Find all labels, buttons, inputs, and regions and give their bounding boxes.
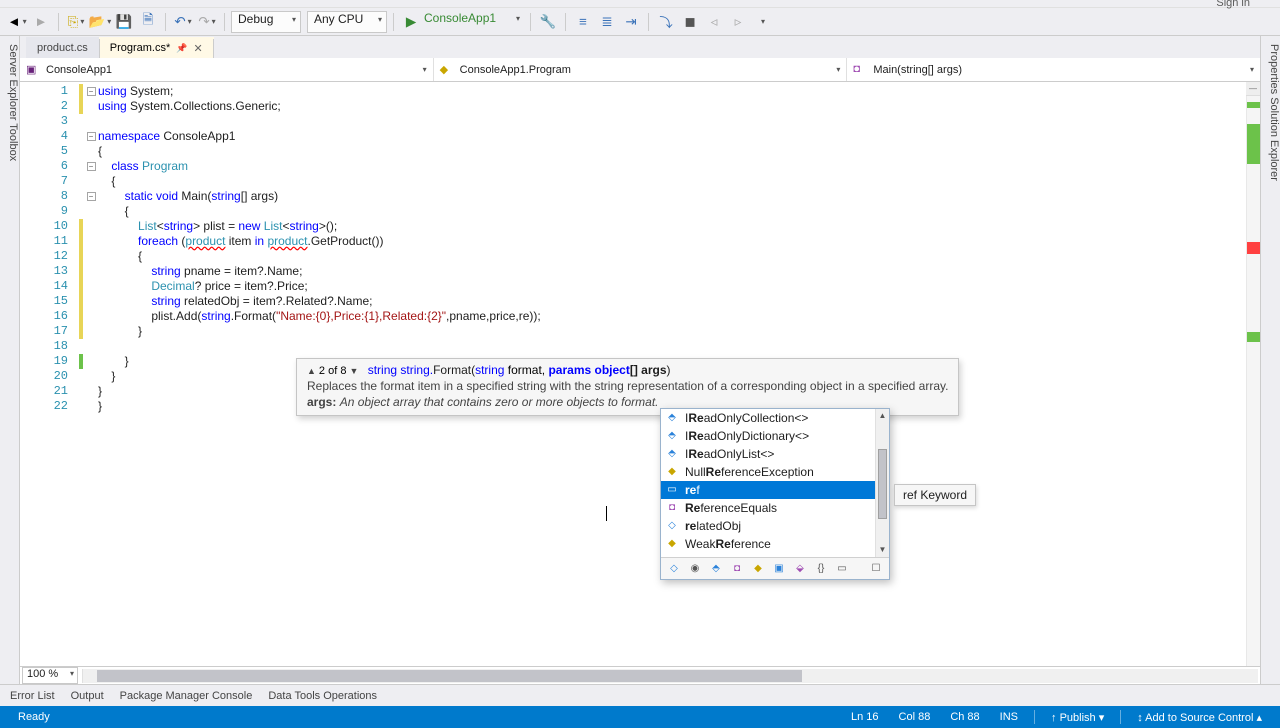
text-caret [606,506,607,521]
intellisense-item[interactable]: ◘ReferenceEquals [661,499,889,517]
save-button[interactable]: 💾 [113,11,135,33]
intellisense-item-icon: ◇ [665,519,679,533]
start-target-select[interactable]: ConsoleApp1 [424,11,524,33]
intellisense-item-icon: ◆ [665,537,679,551]
tb-misc1[interactable]: 🔧 [537,11,559,33]
intellisense-scrollbar[interactable]: ▲ ▼ [875,409,889,557]
nav-class-select[interactable]: ◆ConsoleApp1.Program [434,58,848,81]
bookmark-button[interactable]: ◼ [679,11,701,33]
intellisense-item-icon: ⬘ [665,429,679,443]
step-into-button[interactable]: ⤵ [655,11,677,33]
intellisense-item[interactable]: ⬘IReadOnlyCollection<> [661,409,889,427]
tab-product-cs[interactable]: product.cs [26,37,99,58]
tab-program-cs[interactable]: Program.cs* 📌 ✕ [99,37,214,58]
platform-select[interactable]: Any CPU [307,11,387,33]
sig-prev-icon[interactable]: ▲ [307,366,316,376]
intellisense-item[interactable]: ◆WeakReference<> [661,553,889,557]
fold-column: − − − − [84,82,98,666]
intellisense-item[interactable]: ◆NullReferenceException [661,463,889,481]
intellisense-filter-bar: ◇ ◉ ⬘ ◘ ◆ ▣ ⬙ {} ▭ ☐ [661,557,889,579]
right-side-panels[interactable]: Properties Solution Explorer [1260,36,1280,684]
nav-fwd-button[interactable]: ► [30,11,52,33]
comment-button[interactable]: ≡ [572,11,594,33]
status-ch: Ch 88 [940,711,989,723]
intellisense-item-icon: ◘ [665,501,679,515]
filter-struct-icon[interactable]: ▣ [770,561,788,577]
status-ins: INS [990,711,1028,723]
intellisense-item[interactable]: ⬘IReadOnlyList<> [661,445,889,463]
zoom-select[interactable]: 100 % [22,667,78,684]
bottom-tab-errorlist[interactable]: Error List [10,690,55,702]
split-icon[interactable]: — [1246,82,1260,96]
intellisense-item-icon: ⬘ [665,411,679,425]
overview-ruler[interactable]: — [1246,82,1260,666]
filter-delegate-icon[interactable]: ⬙ [791,561,809,577]
start-button[interactable]: ▶ [400,11,422,33]
tb-overflow[interactable] [751,11,773,33]
nav-member-select[interactable]: ◘Main(string[] args) [847,58,1260,81]
bottom-tool-tabs: Error List Output Package Manager Consol… [0,684,1280,706]
sig-overload-count: 2 of 8 [319,365,347,377]
main-toolbar: ◄ ► ⎘ 📂 💾 🗎 ↶ ↷ Debug Any CPU ▶ ConsoleA… [0,8,1280,36]
sig-description: Replaces the format item in a specified … [307,379,948,393]
signin-link[interactable]: Sign in [1216,0,1250,9]
line-number-gutter: 12345678910111213141516171819202122 [20,82,78,666]
new-project-button[interactable]: ⎘ [65,11,87,33]
horizontal-scrollbar[interactable] [82,669,1258,683]
bottom-tab-pmc[interactable]: Package Manager Console [120,690,253,702]
fold-toggle[interactable]: − [87,132,96,141]
undo-button[interactable]: ↶ [172,11,194,33]
intellisense-item-tooltip: ref Keyword [894,484,976,506]
status-bar: Ready Ln 16 Col 88 Ch 88 INS ↑ Publish ▾… [0,706,1280,728]
intellisense-item[interactable]: ◆WeakReference [661,535,889,553]
config-select[interactable]: Debug [231,11,301,33]
indent-button[interactable]: ⇥ [620,11,642,33]
intellisense-popup[interactable]: ⬘IReadOnlyCollection<>⬘IReadOnlyDictiona… [660,408,890,580]
nav-project-select[interactable]: ▣ConsoleApp1 [20,58,434,81]
status-publish[interactable]: ↑ Publish ▾ [1041,711,1114,724]
filter-class-icon[interactable]: ◆ [749,561,767,577]
filter-property-icon[interactable]: ⬘ [707,561,725,577]
fold-toggle[interactable]: − [87,87,96,96]
status-line: Ln 16 [841,711,889,723]
bottom-tab-output[interactable]: Output [71,690,104,702]
intellisense-item-icon: ◆ [665,555,679,557]
sig-next-icon[interactable]: ▼ [349,366,358,376]
filter-const-icon[interactable]: ◉ [686,561,704,577]
pin-icon[interactable]: 📌 [176,43,187,54]
filter-keyword-icon[interactable]: ▭ [833,561,851,577]
intellisense-item-icon: ⬘ [665,447,679,461]
intellisense-item[interactable]: ▭ref [661,481,889,499]
prev-bookmark-button[interactable]: ◃ [703,11,725,33]
filter-method-icon[interactable]: ◘ [728,561,746,577]
intellisense-item[interactable]: ⬘IReadOnlyDictionary<> [661,427,889,445]
nav-back-button[interactable]: ◄ [6,11,28,33]
intellisense-item[interactable]: ◇relatedObj [661,517,889,535]
bottom-tab-datatools[interactable]: Data Tools Operations [268,690,377,702]
open-file-button[interactable]: 📂 [89,11,111,33]
uncomment-button[interactable]: ≣ [596,11,618,33]
next-bookmark-button[interactable]: ▹ [727,11,749,33]
filter-local-icon[interactable]: ◇ [665,561,683,577]
close-tab-icon[interactable]: ✕ [194,42,203,55]
tab-strip: product.cs Program.cs* 📌 ✕ [20,36,1260,58]
left-side-panels[interactable]: Server Explorer Toolbox [0,36,20,684]
fold-toggle[interactable]: − [87,192,96,201]
fold-toggle[interactable]: − [87,162,96,171]
filter-snippet-icon[interactable]: ☐ [867,561,885,577]
status-ready: Ready [8,711,60,723]
status-source-control[interactable]: ↕ Add to Source Control ▴ [1127,711,1272,724]
status-col: Col 88 [889,711,941,723]
nav-bar: ▣ConsoleApp1 ◆ConsoleApp1.Program ◘Main(… [20,58,1260,82]
intellisense-item-icon: ▭ [665,483,679,497]
intellisense-item-icon: ◆ [665,465,679,479]
redo-button[interactable]: ↷ [196,11,218,33]
save-all-button[interactable]: 🗎 [137,11,159,33]
filter-ns-icon[interactable]: {} [812,561,830,577]
